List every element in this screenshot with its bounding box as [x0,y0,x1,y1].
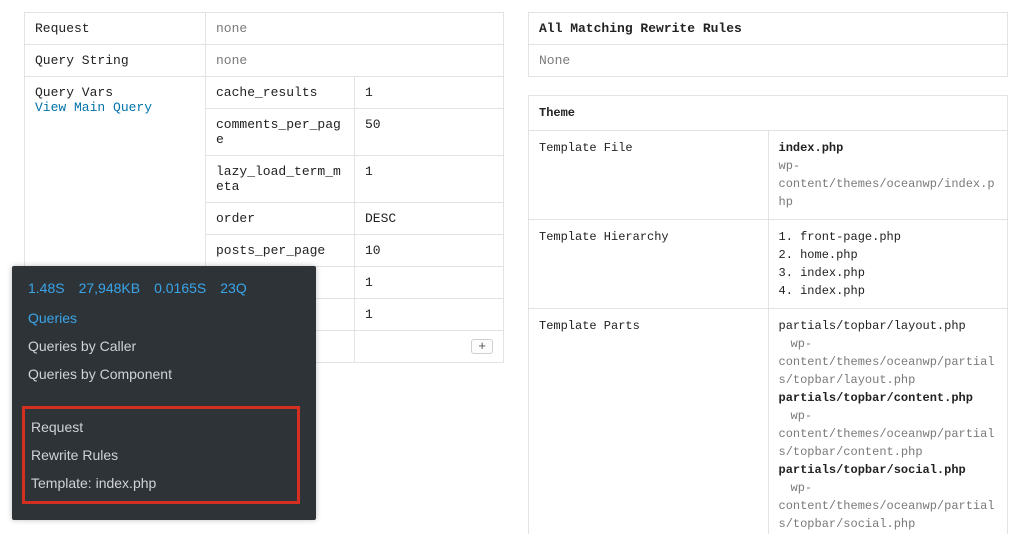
expand-button[interactable]: + [471,339,493,354]
menu-request[interactable]: Request [31,419,293,435]
part-pre: wp- [779,409,813,423]
var-val: 1 [355,299,504,331]
query-monitor-popup: 1.48S 27,948KB 0.0165S 23Q Queries Queri… [12,266,316,520]
var-val: 1 [355,267,504,299]
part-path: content/themes/oceanwp/partials/topbar/c… [779,427,995,459]
menu-rewrite-rules[interactable]: Rewrite Rules [31,447,293,463]
hier-item: 4. index.php [779,282,998,300]
tpl-file-path: wp-content/themes/oceanwp/index.php [779,159,995,209]
row-label: Query String [25,45,206,77]
qm-stats: 1.48S 27,948KB 0.0165S 23Q [28,280,300,296]
part-pre: wp- [779,481,813,495]
tpl-hier-values: 1. front-page.php 2. home.php 3. index.p… [768,220,1008,309]
var-val: 1 [355,77,504,109]
row-label: Request [25,13,206,45]
template-file-row: Template File index.php wp-content/theme… [529,131,1008,220]
tpl-hier-label: Template Hierarchy [529,220,769,309]
menu-queries-by-component[interactable]: Queries by Component [28,366,300,382]
view-main-query-link[interactable]: View Main Query [35,100,195,115]
var-val: DESC [355,203,504,235]
var-name: comments_per_page [206,109,355,156]
theme-panel: All Matching Rewrite Rules None Theme Te… [528,12,1008,522]
rewrite-table: All Matching Rewrite Rules None [528,12,1008,77]
part-bold: partials/topbar/social.php [779,463,966,477]
menu-template[interactable]: Template: index.php [31,475,293,491]
var-name: order [206,203,355,235]
row-value: none [206,45,504,77]
menu-queries[interactable]: Queries [28,310,300,326]
queryvars-label: Query Vars [35,85,195,100]
theme-title: Theme [529,96,1008,131]
var-val: 1 [355,156,504,203]
template-hierarchy-row: Template Hierarchy 1. front-page.php 2. … [529,220,1008,309]
rewrite-body: None [529,45,1008,77]
var-name: posts_per_page [206,235,355,267]
tpl-file-label: Template File [529,131,769,220]
highlighted-menu-group: Request Rewrite Rules Template: index.ph… [22,406,300,504]
part-path: content/themes/oceanwp/partials/topbar/l… [779,355,995,387]
rewrite-title: All Matching Rewrite Rules [529,13,1008,45]
stat-db-time: 0.0165S [154,280,206,296]
hier-item: 2. home.php [779,246,998,264]
tpl-file-value: index.php wp-content/themes/oceanwp/inde… [768,131,1008,220]
part-pre: wp- [779,337,813,351]
hier-item: 3. index.php [779,264,998,282]
var-name: cache_results [206,77,355,109]
part-block: partials/topbar/content.php wp- content/… [779,389,998,461]
hier-item: 1. front-page.php [779,228,998,246]
queryvars-row: Query Vars View Main Query cache_results… [25,77,504,109]
tpl-parts-label: Template Parts [529,309,769,534]
querystring-row: Query String none [25,45,504,77]
part-path: content/themes/oceanwp/partials/topbar/s… [779,499,995,531]
tpl-file-name: index.php [779,141,844,155]
var-name: lazy_load_term_meta [206,156,355,203]
request-row: Request none [25,13,504,45]
var-val: 50 [355,109,504,156]
part-block: partials/topbar/layout.php wp- content/t… [779,317,998,389]
template-parts-row: Template Parts partials/topbar/layout.ph… [529,309,1008,534]
part-block: partials/topbar/social.php wp- content/t… [779,461,998,533]
part-bold: partials/topbar/content.php [779,391,973,405]
qm-menu: Queries Queries by Caller Queries by Com… [28,310,300,504]
part-bold: partials/topbar/layout.php [779,319,966,333]
theme-table: Theme Template File index.php wp-content… [528,95,1008,534]
var-val: 10 [355,235,504,267]
stat-memory: 27,948KB [79,280,141,296]
footer-action: + [355,331,504,363]
row-value: none [206,13,504,45]
menu-queries-by-caller[interactable]: Queries by Caller [28,338,300,354]
tpl-parts-values: partials/topbar/layout.php wp- content/t… [768,309,1008,534]
stat-queries: 23Q [220,280,246,296]
stat-time: 1.48S [28,280,65,296]
